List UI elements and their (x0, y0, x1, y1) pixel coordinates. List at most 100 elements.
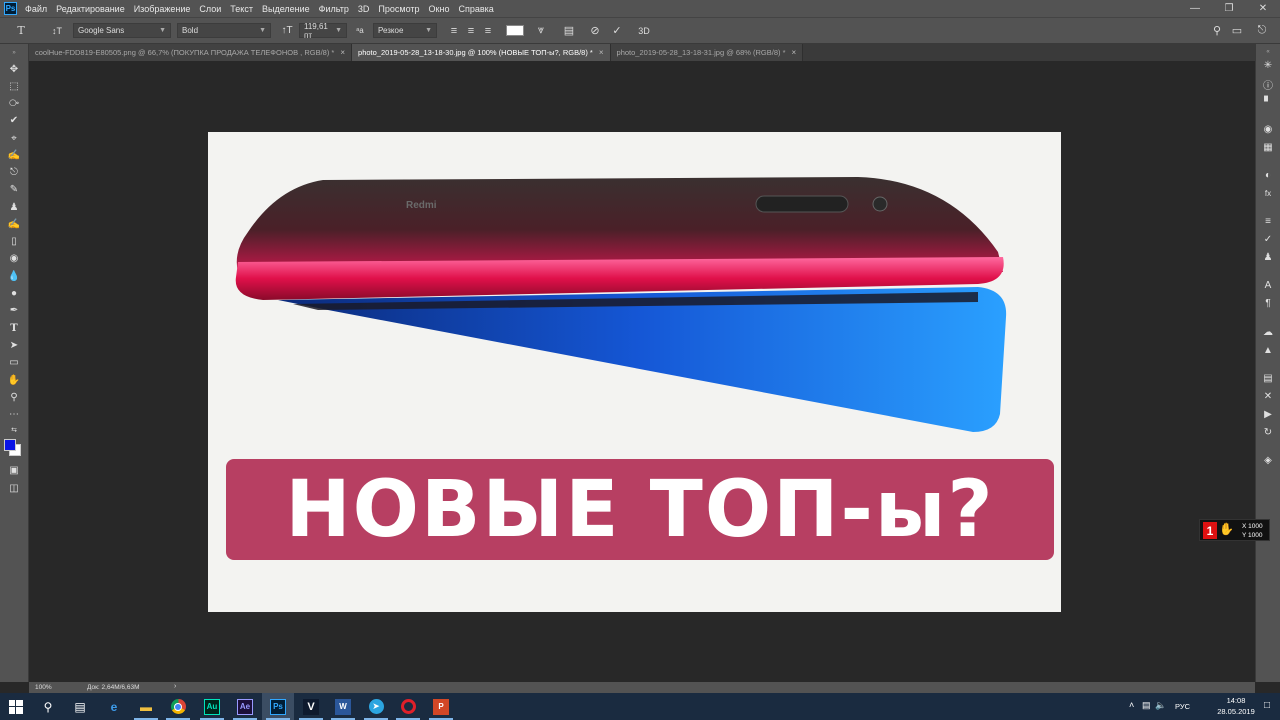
menu-type[interactable]: Текст (230, 4, 253, 14)
menu-help[interactable]: Справка (458, 4, 493, 14)
menu-filter[interactable]: Фильтр (319, 4, 349, 14)
title-banner[interactable]: НОВЫЕ ТОП-ы? (226, 459, 1054, 560)
task-view-icon[interactable]: ▤ (64, 693, 96, 720)
minimize-icon[interactable]: — (1178, 0, 1212, 17)
paint-bucket-tool-icon[interactable]: ◉ (6, 251, 22, 265)
after-effects-icon[interactable]: Ae (229, 693, 261, 720)
menu-select[interactable]: Выделение (262, 4, 310, 14)
character-icon[interactable]: A (1261, 279, 1275, 291)
menu-image[interactable]: Изображение (134, 4, 191, 14)
cancel-icon[interactable]: ⊘ (588, 23, 602, 38)
swap-colors-icon[interactable]: ⇆ (6, 423, 22, 437)
chevron-right-icon[interactable]: › (174, 683, 176, 690)
lasso-tool-icon[interactable]: ⧂ (6, 96, 22, 110)
search-icon[interactable]: ⚲ (32, 693, 64, 720)
swatches-icon[interactable]: ▦ (1261, 141, 1275, 153)
notifications-icon[interactable]: □ (1264, 700, 1270, 711)
clone-stamp-tool-icon[interactable]: ♟ (6, 200, 22, 214)
telegram-icon[interactable]: ➤ (360, 693, 392, 720)
color-icon[interactable]: ◉ (1261, 123, 1275, 135)
libraries-icon[interactable]: ☁ (1261, 326, 1275, 338)
file-explorer-icon[interactable]: ▬ (130, 693, 162, 720)
histogram-icon[interactable]: ▘ (1261, 96, 1275, 108)
menu-3d[interactable]: 3D (358, 4, 370, 14)
zoom-tool-icon[interactable]: ⚲ (6, 390, 22, 404)
start-button[interactable] (0, 693, 32, 720)
type-tool-icon[interactable]: T (14, 23, 28, 38)
quick-select-tool-icon[interactable]: ✔ (6, 113, 22, 127)
eyedropper-tool-icon[interactable]: ✍ (6, 148, 22, 162)
tab-coolhue[interactable]: coolHue-FDD819-E80505.png @ 66,7% (ПОКУП… (29, 44, 353, 61)
antialias-select[interactable]: Резкое ▼ (373, 23, 437, 38)
info-icon[interactable]: ⓘ (1261, 78, 1275, 92)
path-selection-tool-icon[interactable]: ➤ (6, 338, 22, 352)
screen-mode-icon[interactable]: ◫ (6, 481, 22, 495)
paragraph-icon[interactable]: ¶ (1261, 297, 1275, 309)
edge-icon[interactable]: e (98, 693, 130, 720)
menu-file[interactable]: Файл (25, 4, 47, 14)
eraser-tool-icon[interactable]: ▯ (6, 234, 22, 248)
collapse-icon[interactable]: « (1261, 46, 1275, 58)
search-icon[interactable]: ⚲ (1210, 23, 1224, 38)
marquee-tool-icon[interactable]: ⬚ (6, 79, 22, 93)
character-panel-icon[interactable]: ▤ (562, 23, 576, 38)
3d-panel-icon[interactable]: ▲ (1261, 344, 1275, 356)
network-icon[interactable]: ▤ (1142, 700, 1151, 711)
chevron-up-icon[interactable]: ˄ (1129, 700, 1134, 710)
align-right-icon[interactable]: ≡ (481, 23, 495, 38)
actions-icon[interactable]: ▶ (1261, 408, 1275, 420)
adjustments-icon[interactable]: ◐ (1261, 169, 1275, 181)
brush-tool-icon[interactable]: ✎ (6, 182, 22, 196)
text-color-swatch[interactable] (506, 25, 524, 36)
navigator-icon[interactable]: ✳ (1261, 59, 1275, 71)
brush-settings-icon[interactable]: ✓ (1261, 233, 1275, 245)
properties-icon[interactable]: ≡ (1261, 215, 1275, 227)
menu-layers[interactable]: Слои (199, 4, 221, 14)
tool-presets-icon[interactable]: ✕ (1261, 390, 1275, 402)
font-style-select[interactable]: Bold ▼ (177, 23, 271, 38)
menu-view[interactable]: Просмотр (378, 4, 419, 14)
commit-check-icon[interactable]: ✓ (610, 23, 624, 38)
language-indicator[interactable]: РУС (1175, 702, 1190, 711)
history-brush-tool-icon[interactable]: ✍ (6, 217, 22, 231)
photoshop-logo-icon[interactable]: Ps (4, 2, 17, 15)
move-tool-icon[interactable]: ✥ (6, 62, 22, 76)
clock-date[interactable]: 28.05.2019 (1212, 707, 1260, 716)
layer-comps-icon[interactable]: ▤ (1261, 372, 1275, 384)
text-orientation-icon[interactable]: ↕T (50, 23, 64, 38)
blur-tool-icon[interactable]: 💧 (6, 269, 22, 283)
align-center-icon[interactable]: ≡ (464, 23, 478, 38)
vegas-icon[interactable]: V (295, 693, 327, 720)
history-icon[interactable]: ↻ (1261, 426, 1275, 438)
menu-edit[interactable]: Редактирование (56, 4, 125, 14)
warp-text-icon[interactable]: ⩔ (534, 23, 548, 38)
document-canvas[interactable]: Redmi НОВЫЕ ТОП-ы? (208, 132, 1061, 612)
pen-tool-icon[interactable]: ✒ (6, 303, 22, 317)
share-icon[interactable]: ⎋ (1255, 23, 1269, 38)
align-left-icon[interactable]: ≡ (447, 23, 461, 38)
workspace-icon[interactable]: ▭ (1230, 23, 1244, 38)
word-icon[interactable]: W (327, 693, 359, 720)
font-size-field[interactable]: 119,61 пт ▼ (299, 22, 347, 40)
close-icon[interactable]: × (599, 48, 604, 57)
zoom-level[interactable]: 100% (35, 684, 52, 691)
clock-time[interactable]: 14:08 (1216, 696, 1256, 705)
more-tools-icon[interactable]: ⋯ (6, 407, 22, 421)
clone-source-icon[interactable]: ♟ (1261, 251, 1275, 263)
collapse-icon[interactable]: » (6, 46, 22, 60)
dodge-tool-icon[interactable]: ● (6, 286, 22, 300)
volume-icon[interactable]: 🔈 (1155, 700, 1166, 711)
rectangle-tool-icon[interactable]: ▭ (6, 355, 22, 369)
close-icon[interactable]: ✕ (1246, 0, 1280, 17)
3d-button[interactable]: 3D (636, 23, 652, 38)
restore-icon[interactable]: ❐ (1212, 0, 1246, 17)
tab-photo-31[interactable]: photo_2019-05-28_13-18-31.jpg @ 68% (RGB… (610, 44, 804, 61)
type-tool-icon[interactable]: T (6, 321, 22, 335)
font-family-select[interactable]: Google Sans ▼ (73, 23, 171, 38)
opera-icon[interactable] (392, 693, 424, 720)
layers-icon[interactable]: ◈ (1261, 454, 1275, 466)
audition-icon[interactable]: Au (196, 693, 228, 720)
crop-tool-icon[interactable]: ⌖ (6, 131, 22, 145)
foreground-color-swatch[interactable] (4, 439, 16, 451)
quick-mask-icon[interactable]: ▣ (6, 463, 22, 477)
